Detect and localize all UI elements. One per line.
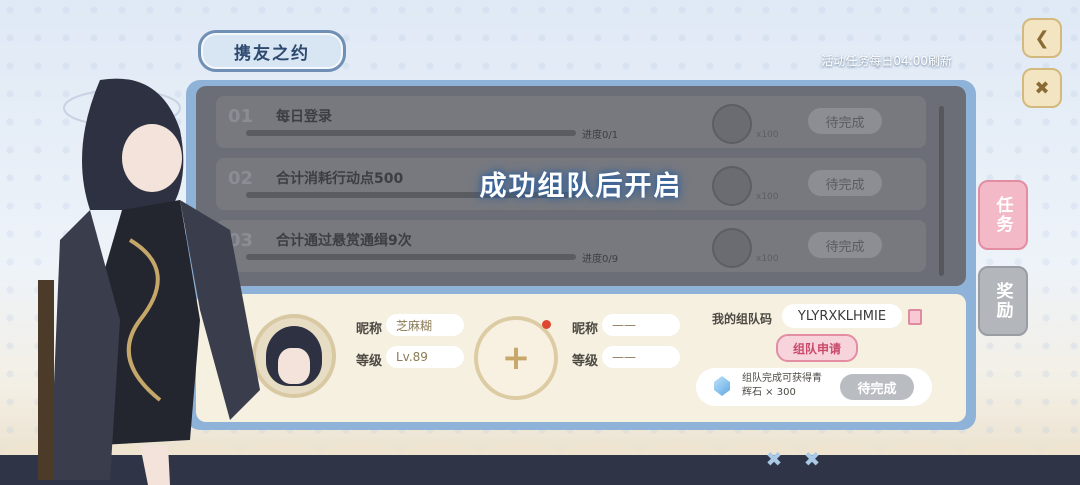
member1-nickname: 芝麻糊 [386,314,464,336]
character-illustration [38,78,260,485]
page-indicator: ✖ ✖ [762,448,824,470]
level-label: 等级 [572,354,599,369]
task-name: 每日登录 [276,109,332,125]
team-code-label: 我的组队码 [712,312,773,326]
task-progress-text: 进度0/9 [582,254,619,265]
task-list: 01 每日登录 进度0/1 x100 待完成 02 合计消耗行动点500 x10… [196,86,966,286]
page-dot-icon[interactable]: ✖ [800,448,824,470]
member-avatar [252,314,336,398]
tool-icon: ✖ [1034,77,1050,99]
task-reward-amount: x100 [756,254,779,264]
team-apply-button[interactable]: 组队申请 [776,334,858,362]
task-name: 合计通过悬赏通缉9次 [276,233,412,249]
plus-icon: + [501,338,531,378]
reward-line-2: 辉石 × 300 [742,387,796,398]
notification-dot [542,320,551,329]
nickname-label: 昵称 [572,322,599,337]
nickname-label: 昵称 [356,322,383,337]
team-panel: 昵称 芝麻糊 等级 Lv.89 + 昵称 —— 等级 —— 我的组队码 YLYR… [196,294,966,422]
copy-icon[interactable] [908,309,922,325]
task-row-3: 03 合计通过悬赏通缉9次 进度0/9 x100 待完成 [216,220,926,272]
main-panel: 01 每日登录 进度0/1 x100 待完成 02 合计消耗行动点500 x10… [186,80,976,430]
team-reward-button[interactable]: 待完成 [840,374,914,400]
locked-overlay-message: 成功组队后开启 [479,171,683,202]
task-progress-text: 进度0/1 [582,130,619,141]
member1-level: Lv.89 [386,346,464,368]
tab-rewards[interactable]: 奖励 [978,266,1028,336]
gem-icon [714,376,730,396]
back-arrow-icon: ❮ [1034,27,1050,49]
reward-coin-icon [712,104,752,144]
team-code: YLYRXKLHMIE [782,304,902,328]
tab-tasks[interactable]: 任务 [978,180,1028,250]
member2-level: —— [602,346,680,368]
task-row-1: 01 每日登录 进度0/1 x100 待完成 [216,96,926,148]
reward-coin-icon [712,228,752,268]
back-button[interactable]: ❮ [1022,18,1062,58]
task-status-button[interactable]: 待完成 [808,108,882,134]
task-progress-bar [246,254,576,260]
refresh-note: 活动任务每日04:00刷新 [821,54,952,68]
member2-nickname: —— [602,314,680,336]
avatar-face [278,348,310,384]
page-dot-icon[interactable]: ✖ [762,448,786,470]
reward-line-1: 组队完成可获得青 [742,373,822,384]
settings-button[interactable]: ✖ [1022,68,1062,108]
team-reward-text: 组队完成可获得青 辉石 × 300 [742,372,822,400]
team-reward-box: 组队完成可获得青 辉石 × 300 待完成 [696,368,932,406]
level-label: 等级 [356,354,383,369]
task-reward-amount: x100 [756,130,779,140]
task-progress-bar [246,130,576,136]
task-status-button[interactable]: 待完成 [808,232,882,258]
